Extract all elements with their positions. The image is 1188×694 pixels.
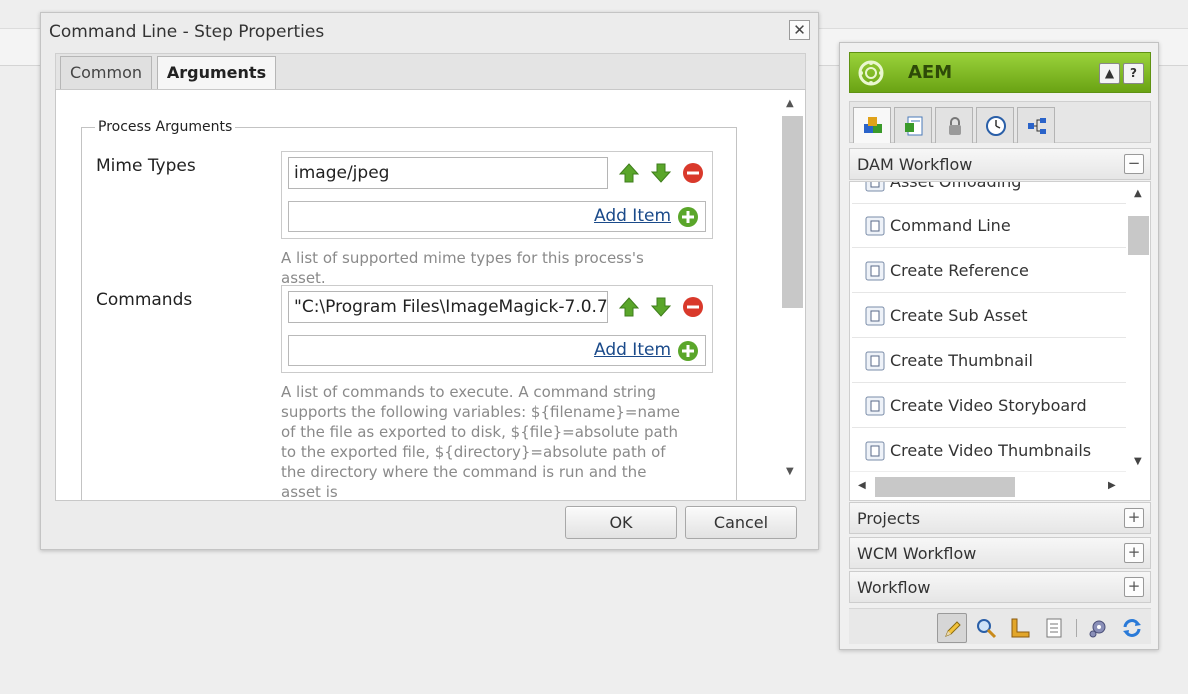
- group-projects[interactable]: Projects +: [849, 502, 1151, 534]
- component-label: Create Sub Asset: [890, 306, 1028, 325]
- sidekick-panel: AEM ▲ ? DAM Workflow − Asset Offloading: [839, 42, 1159, 650]
- group-label: Workflow: [857, 578, 931, 597]
- collapse-group-button[interactable]: −: [1124, 154, 1144, 174]
- remove-item-icon[interactable]: [682, 296, 704, 318]
- commands-multifield: "C:\Program Files\ImageMagick-7.0.7-( Ad…: [281, 285, 713, 373]
- fieldset-legend: Process Arguments: [95, 119, 236, 135]
- page-icon[interactable]: [894, 107, 932, 143]
- expand-group-button[interactable]: +: [1124, 508, 1144, 528]
- workflow-step-icon: [864, 305, 886, 327]
- component-label: Asset Offloading: [890, 181, 1022, 191]
- scroll-down-arrow-icon[interactable]: ▼: [786, 466, 794, 477]
- scrollbar-thumb[interactable]: [782, 116, 803, 308]
- panel-scrollbar[interactable]: ▲ ▼: [780, 90, 805, 500]
- help-button[interactable]: ?: [1123, 63, 1144, 84]
- remove-item-icon[interactable]: [682, 162, 704, 184]
- commands-help: A list of commands to execute. A command…: [281, 383, 681, 501]
- component-label: Create Video Thumbnails: [890, 441, 1092, 460]
- cancel-button[interactable]: Cancel: [685, 506, 797, 539]
- component-item[interactable]: Create Reference: [852, 249, 1126, 293]
- dialog-title: Command Line - Step Properties: [49, 22, 325, 42]
- step-properties-dialog: Command Line - Step Properties ✕ Common …: [40, 12, 819, 550]
- collapse-sidekick-button[interactable]: ▲: [1099, 63, 1120, 84]
- scaffolding-icon[interactable]: [1039, 613, 1069, 643]
- move-up-arrow-icon[interactable]: [618, 296, 640, 318]
- dialog-tabbar: Common Arguments: [55, 53, 806, 90]
- move-down-arrow-icon[interactable]: [650, 162, 672, 184]
- group-label: DAM Workflow: [857, 155, 973, 174]
- ok-button[interactable]: OK: [565, 506, 677, 539]
- workflow-step-icon: [864, 395, 886, 417]
- scroll-up-arrow-icon[interactable]: ▲: [1134, 188, 1142, 199]
- workflow-step-icon: [864, 440, 886, 462]
- component-label: Create Reference: [890, 261, 1029, 280]
- component-list: Asset Offloading Command Line Create Ref…: [849, 181, 1151, 501]
- design-ruler-icon[interactable]: [1005, 613, 1035, 643]
- preview-magnifier-icon[interactable]: [971, 613, 1001, 643]
- sidekick-mode-toolbar: [849, 608, 1151, 644]
- workflow-step-icon: [864, 215, 886, 237]
- aem-logo-icon: [858, 60, 884, 86]
- mime-types-multifield: image/jpeg Add Item: [281, 151, 713, 239]
- expand-group-button[interactable]: +: [1124, 577, 1144, 597]
- scroll-right-arrow-icon[interactable]: ▶: [1108, 480, 1116, 491]
- mime-type-input[interactable]: image/jpeg: [288, 157, 608, 189]
- component-item[interactable]: Command Line: [852, 204, 1126, 248]
- tab-arguments[interactable]: Arguments: [157, 56, 276, 90]
- scroll-up-arrow-icon[interactable]: ▲: [786, 98, 794, 109]
- workflow-step-icon: [864, 350, 886, 372]
- hscrollbar-thumb[interactable]: [875, 477, 1015, 497]
- edit-pencil-icon[interactable]: [937, 613, 967, 643]
- scroll-down-arrow-icon[interactable]: ▼: [1134, 456, 1142, 467]
- add-item-link[interactable]: Add Item: [594, 206, 671, 226]
- component-list-scrollbar[interactable]: ▲ ▼: [1127, 182, 1150, 471]
- arguments-panel: Process Arguments Mime Types image/jpeg …: [55, 89, 806, 501]
- group-label: Projects: [857, 509, 921, 528]
- component-label: Create Thumbnail: [890, 351, 1033, 370]
- workflow-icon[interactable]: [1017, 107, 1055, 143]
- mime-types-label: Mime Types: [96, 156, 196, 176]
- group-workflow[interactable]: Workflow +: [849, 571, 1151, 603]
- sidekick-header: AEM ▲ ?: [849, 52, 1151, 93]
- component-list-hscrollbar[interactable]: ◀ ▶: [850, 471, 1126, 500]
- refresh-icon[interactable]: [1117, 613, 1147, 643]
- move-up-arrow-icon[interactable]: [618, 162, 640, 184]
- workflow-step-icon: [864, 182, 886, 193]
- components-icon[interactable]: [853, 107, 891, 143]
- component-label: Command Line: [890, 216, 1011, 235]
- group-dam-workflow[interactable]: DAM Workflow −: [849, 148, 1151, 180]
- scrollbar-thumb[interactable]: [1128, 216, 1149, 255]
- component-item[interactable]: Create Thumbnail: [852, 339, 1126, 383]
- workflow-step-icon: [864, 260, 886, 282]
- component-item[interactable]: Create Sub Asset: [852, 294, 1126, 338]
- mime-types-help: A list of supported mime types for this …: [281, 249, 644, 287]
- lock-icon[interactable]: [935, 107, 973, 143]
- add-item-row: Add Item: [288, 201, 706, 232]
- group-label: WCM Workflow: [857, 544, 977, 563]
- component-item[interactable]: Create Video Storyboard: [852, 384, 1126, 428]
- command-input[interactable]: "C:\Program Files\ImageMagick-7.0.7-(: [288, 291, 608, 323]
- close-button[interactable]: ✕: [789, 20, 810, 40]
- tab-common[interactable]: Common: [60, 56, 152, 89]
- clock-icon[interactable]: [976, 107, 1014, 143]
- sidekick-tabbar: [849, 101, 1151, 143]
- settings-icon[interactable]: [1083, 613, 1113, 643]
- expand-group-button[interactable]: +: [1124, 543, 1144, 563]
- add-circle-icon[interactable]: [677, 340, 699, 362]
- move-down-arrow-icon[interactable]: [650, 296, 672, 318]
- add-item-link[interactable]: Add Item: [594, 340, 671, 360]
- sidekick-title: AEM: [908, 62, 953, 83]
- component-item[interactable]: Asset Offloading: [852, 181, 1126, 204]
- add-circle-icon[interactable]: [677, 206, 699, 228]
- component-item[interactable]: Create Video Thumbnails: [852, 429, 1126, 473]
- commands-label: Commands: [96, 290, 193, 310]
- group-wcm-workflow[interactable]: WCM Workflow +: [849, 537, 1151, 569]
- component-label: Create Video Storyboard: [890, 396, 1087, 415]
- scroll-left-arrow-icon[interactable]: ◀: [858, 480, 866, 491]
- toolbar-separator: [1076, 619, 1077, 637]
- add-item-row: Add Item: [288, 335, 706, 366]
